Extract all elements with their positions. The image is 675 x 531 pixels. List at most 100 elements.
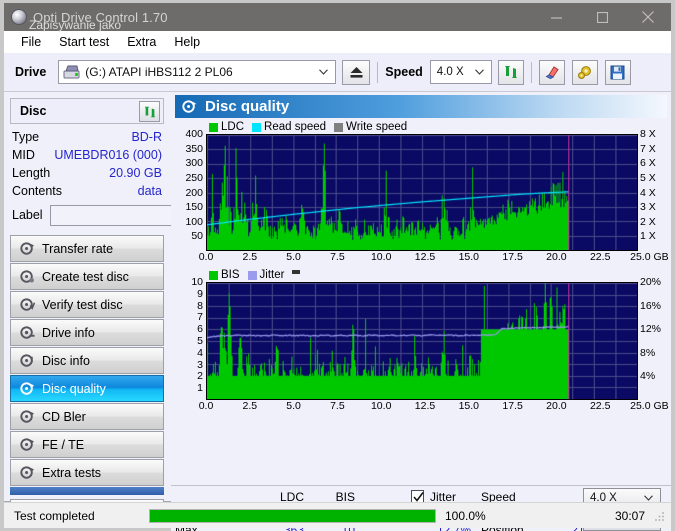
legend-label-jitter: Jitter — [260, 269, 285, 281]
bottom-chart-plotwrap: 12345678910 4%8%12%16%20% — [175, 282, 667, 400]
sidebar-item-label: Disc info — [42, 354, 90, 368]
bottom-chart-y2-axis: 4%8%12%16%20% — [639, 282, 667, 400]
disc-row-contents-value: data — [138, 184, 162, 198]
top-chart-x-axis: 0.02.55.07.510.012.515.017.520.022.525.0… — [175, 251, 667, 265]
sidebar-item-transfer-rate[interactable]: Transfer rate — [10, 235, 164, 262]
chevron-down-icon — [319, 69, 328, 75]
axis-tick-label: 4% — [640, 370, 655, 382]
toolbar-separator — [377, 62, 378, 83]
close-button[interactable] — [625, 3, 671, 31]
bottom-chart-legend: BIS Jitter — [209, 268, 667, 282]
menu-item-start-test[interactable]: Start test — [50, 33, 118, 51]
sidebar-item-verify-test-disc[interactable]: Verify test disc — [10, 291, 164, 318]
drive-label: Drive — [15, 65, 46, 79]
axis-tick-label: 25.0 GB — [630, 400, 669, 412]
disc-row-length-value: 20.90 GB — [109, 166, 162, 180]
disc-label-row: Label — [12, 203, 162, 227]
elapsed-time: 30:07 — [515, 509, 645, 523]
disc-label-key: Label — [12, 208, 43, 222]
minimize-button[interactable] — [533, 3, 579, 31]
axis-tick-label: 20% — [640, 276, 661, 288]
disc-row-mid-key: MID — [12, 148, 35, 162]
drive-select[interactable]: (G:) ATAPI iHBS112 2 PL06 — [58, 60, 336, 84]
sidebar-item-label: Extra tests — [42, 466, 101, 480]
axis-tick-label: 10.0 — [371, 400, 391, 412]
sidebar-item-fe-te[interactable]: FE / TE — [10, 431, 164, 458]
content-area: Disc quality LDC Read speed Write speed … — [171, 92, 671, 502]
bottom-chart-plot — [206, 282, 638, 400]
axis-tick-label: 5.0 — [286, 251, 301, 263]
sidebar-item-label: Transfer rate — [42, 242, 113, 256]
axis-tick-label: 22.5 — [590, 400, 610, 412]
axis-tick-label: 300 — [185, 157, 203, 169]
axis-tick-label: 8 X — [640, 128, 656, 140]
axis-tick-label: 12.5 — [415, 400, 435, 412]
resize-grip-icon[interactable] — [654, 510, 666, 522]
app-disc-icon — [11, 9, 27, 25]
disc-row-type-value: BD-R — [131, 130, 162, 144]
axis-tick-label: 100 — [185, 216, 203, 228]
top-chart-plot — [206, 134, 638, 251]
axis-tick-label: 20.0 — [546, 400, 566, 412]
maximize-button[interactable] — [579, 3, 625, 31]
menu-item-file[interactable]: File — [12, 33, 50, 51]
disc-extra-icon — [18, 465, 36, 480]
body-area: Drive (G:) ATAPI iHBS112 2 PL06 Speed — [4, 53, 671, 502]
speed-select[interactable]: 4.0 X — [430, 60, 492, 84]
axis-tick-label: 7 X — [640, 143, 656, 155]
application-window: Opti Drive Control 1.70 Zapisywanie jako… — [0, 0, 675, 531]
refresh-icon — [143, 105, 157, 119]
sidebar-item-extra-tests[interactable]: Extra tests — [10, 459, 164, 486]
save-button[interactable] — [605, 60, 631, 85]
disc-row-type: Type BD-R — [12, 128, 162, 146]
status-bar: Test completed 100.0% 30:07 — [4, 502, 671, 528]
refresh-button[interactable] — [498, 60, 524, 85]
sidebar-item-cd-bler[interactable]: CD Bler — [10, 403, 164, 430]
disc-info-list: Type BD-R MID UMEBDR016 (000) Length 20.… — [12, 128, 162, 227]
sidebar-item-drive-info[interactable]: Drive info — [10, 319, 164, 346]
axis-tick-label: 15.0 — [459, 251, 479, 263]
axis-tick-label: 15.0 — [459, 400, 479, 412]
legend-swatch-write-speed — [334, 123, 343, 132]
sidebar-item-label: Verify test disc — [42, 298, 123, 312]
settings-button[interactable] — [572, 60, 598, 85]
disc-refresh-button[interactable] — [139, 101, 160, 122]
axis-tick-label: 5.0 — [286, 400, 301, 412]
menu-item-extra[interactable]: Extra — [118, 33, 165, 51]
axis-tick-label: 12.5 — [415, 251, 435, 263]
content-title: Disc quality — [205, 98, 289, 115]
legend-label-write-speed: Write speed — [346, 121, 407, 133]
sidebar-item-create-test-disc[interactable]: Create test disc — [10, 263, 164, 290]
speed-label: Speed — [385, 65, 423, 79]
eject-button[interactable] — [342, 60, 370, 85]
axis-tick-label: 2.5 — [242, 400, 257, 412]
legend-swatch-ldc — [209, 123, 218, 132]
axis-tick-label: 400 — [185, 128, 203, 140]
axis-tick-label: 10.0 — [371, 251, 391, 263]
top-chart-plotwrap: 50100150200250300350400 1 X2 X3 X4 X5 X6… — [175, 134, 667, 251]
sidebar-item-label: Disc quality — [42, 382, 106, 396]
disc-create-icon — [18, 269, 36, 284]
legend-label-read-speed: Read speed — [264, 121, 326, 133]
drive-info-icon — [18, 325, 36, 340]
disc-fete-icon — [18, 437, 36, 452]
eraser-button[interactable] — [539, 60, 565, 85]
disc-panel-header: Disc — [10, 98, 164, 124]
menu-item-help[interactable]: Help — [165, 33, 209, 51]
axis-tick-label: 4 X — [640, 187, 656, 199]
disc-row-mid: MID UMEBDR016 (000) — [12, 146, 162, 164]
sidebar-item-disc-quality[interactable]: Disc quality — [10, 375, 164, 402]
refresh-icon — [503, 64, 519, 80]
axis-tick-label: 0.0 — [199, 251, 214, 263]
axis-tick-label: 250 — [185, 172, 203, 184]
axis-tick-label: 0.0 — [199, 400, 214, 412]
axis-tick-label: 17.5 — [502, 251, 522, 263]
progress-percent: 100.0% — [445, 509, 515, 523]
axis-tick-label: 25.0 GB — [630, 251, 669, 263]
window-subtitle: Zapisywanie jako — [29, 18, 121, 32]
disc-row-mid-value: UMEBDR016 (000) — [54, 148, 162, 162]
axis-tick-label: 6 — [197, 323, 203, 335]
drive-value: (G:) ATAPI iHBS112 2 PL06 — [85, 65, 232, 79]
sidebar-item-disc-info[interactable]: Disc info — [10, 347, 164, 374]
chevron-down-icon — [475, 69, 484, 75]
